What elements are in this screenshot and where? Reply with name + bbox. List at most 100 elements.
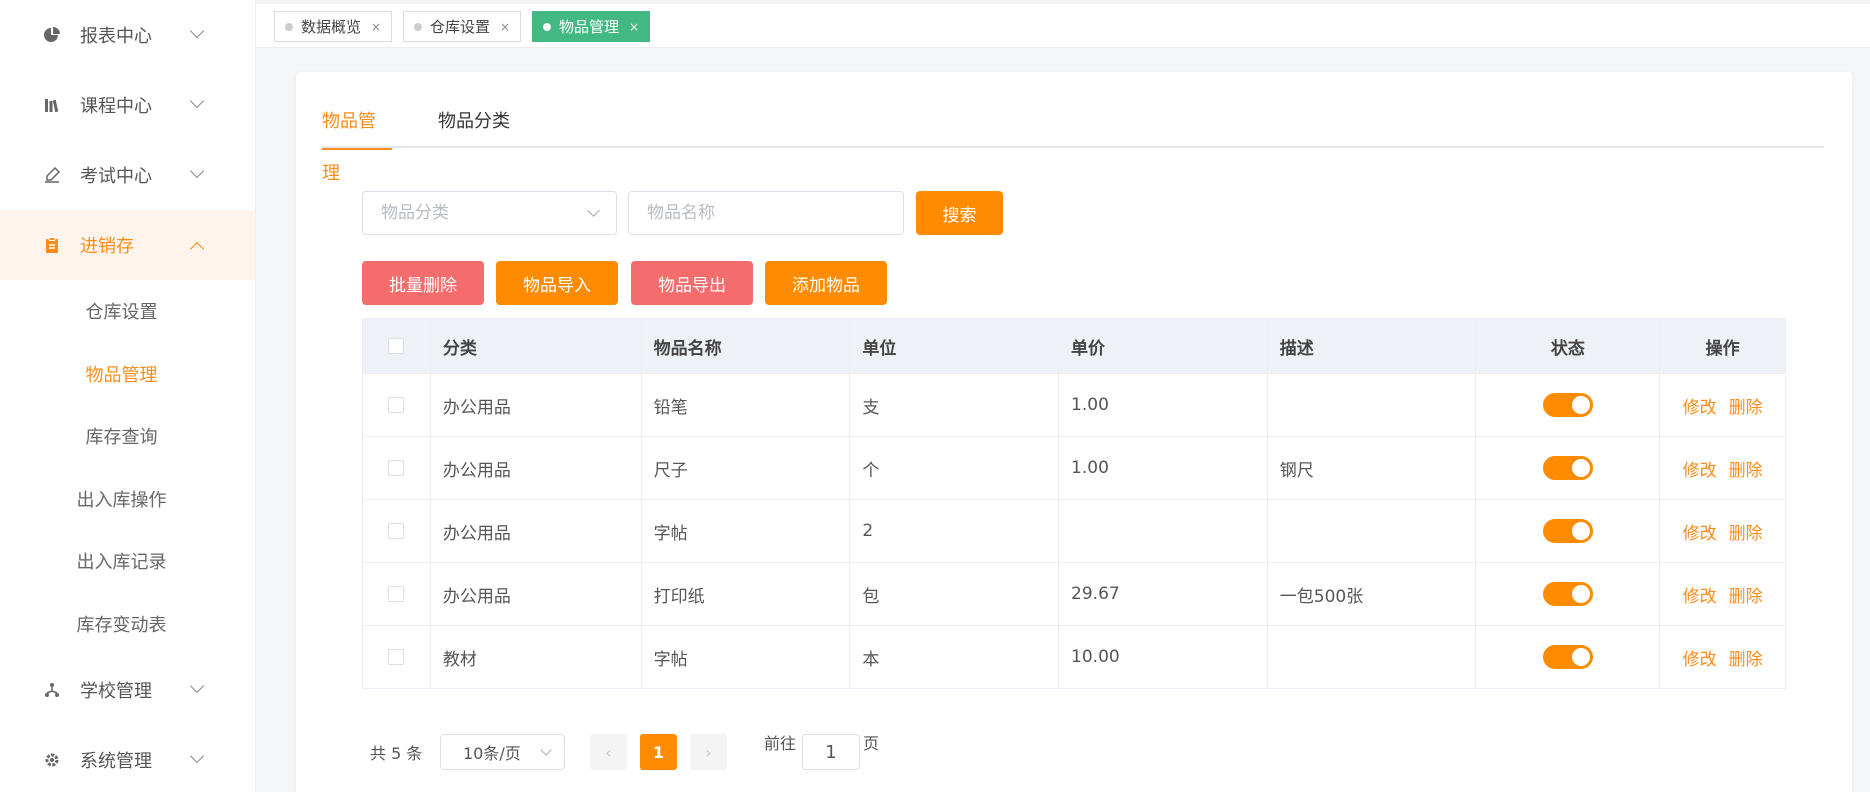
tag-dot: [414, 22, 422, 31]
delete-link[interactable]: 删除: [1729, 582, 1763, 607]
tags-view-bar: 数据概览 × 仓库设置 × 物品管理 ×: [256, 0, 1870, 48]
sidebar-subitem-in-out-records[interactable]: 出入库记录: [0, 530, 255, 593]
next-page-button[interactable]: ›: [690, 734, 727, 770]
cell-description: 一包500张: [1268, 563, 1477, 625]
sidebar-subitem-item-management[interactable]: 物品管理: [0, 343, 255, 406]
page-size-select[interactable]: 10条/页: [440, 734, 565, 770]
add-item-button[interactable]: 添加物品: [765, 261, 887, 305]
category-select[interactable]: [362, 191, 617, 235]
delete-link[interactable]: 删除: [1729, 393, 1763, 418]
cell-actions: 修改 删除: [1660, 437, 1785, 499]
tag-item-management[interactable]: 物品管理 ×: [532, 11, 651, 42]
batch-delete-button[interactable]: 批量删除: [362, 261, 484, 305]
row-checkbox[interactable]: [388, 523, 405, 539]
select-all-checkbox[interactable]: [388, 338, 405, 354]
category-select-input[interactable]: [381, 203, 616, 223]
cell-category: 办公用品: [431, 563, 642, 625]
chevron-up-icon: [189, 241, 205, 257]
item-name-input[interactable]: [647, 203, 903, 223]
tab-item-category[interactable]: 物品分类: [438, 96, 510, 148]
sidebar-subitem-stock-change-report[interactable]: 库存变动表: [0, 593, 255, 656]
sidebar-subitem-in-out-operation[interactable]: 出入库操作: [0, 468, 255, 531]
cell-price: 29.67: [1059, 563, 1268, 625]
sidebar-item-label: 学校管理: [80, 681, 152, 702]
sidebar-subitem-label: 仓库设置: [85, 302, 158, 324]
cell-status: [1476, 563, 1661, 625]
close-icon[interactable]: ×: [629, 20, 639, 34]
tab-item-management[interactable]: 物品管理: [322, 96, 392, 184]
edit-link[interactable]: 修改: [1683, 645, 1717, 670]
cell-category: 办公用品: [431, 500, 642, 562]
row-checkbox[interactable]: [388, 649, 405, 665]
sidebar-item-label: 课程中心: [80, 96, 152, 117]
sidebar-item-label: 考试中心: [80, 166, 152, 187]
sidebar-subitem-warehouse-settings[interactable]: 仓库设置: [0, 280, 255, 343]
sidebar-menu: 报表中心 课程中心 考试中心 进销存 仓库设置 物品管理 库存查询 出入库操作 …: [0, 0, 255, 792]
cell-price: [1059, 500, 1268, 562]
cell-category: 办公用品: [431, 374, 642, 436]
row-select-cell: [363, 626, 431, 688]
delete-link[interactable]: 删除: [1729, 456, 1763, 481]
delete-link[interactable]: 删除: [1729, 645, 1763, 670]
cell-category: 教材: [431, 626, 642, 688]
status-toggle[interactable]: [1542, 393, 1593, 417]
pen-icon: [42, 165, 62, 185]
page-number-button[interactable]: 1: [640, 734, 677, 770]
delete-link[interactable]: 删除: [1729, 519, 1763, 544]
sidebar-item-inventory[interactable]: 进销存: [0, 210, 255, 280]
tag-label: 数据概览: [301, 18, 362, 36]
cell-unit: 包: [850, 563, 1060, 625]
item-name-field[interactable]: [628, 191, 904, 235]
search-button[interactable]: 搜索: [916, 191, 1003, 235]
row-select-cell: [363, 374, 431, 436]
sidebar-item-reports[interactable]: 报表中心: [0, 0, 255, 70]
tabs: 物品管理 物品分类: [322, 96, 1824, 184]
header-status: 状态: [1476, 319, 1661, 373]
cell-description: [1268, 500, 1477, 562]
edit-link[interactable]: 修改: [1683, 393, 1717, 418]
tag-overview[interactable]: 数据概览 ×: [274, 11, 393, 42]
cell-price: 1.00: [1059, 374, 1268, 436]
edit-link[interactable]: 修改: [1683, 582, 1717, 607]
status-toggle[interactable]: [1542, 645, 1593, 669]
goto-page-input[interactable]: 1: [802, 734, 860, 770]
row-select-cell: [363, 563, 431, 625]
status-toggle[interactable]: [1542, 519, 1593, 543]
export-items-button[interactable]: 物品导出: [631, 261, 753, 305]
edit-link[interactable]: 修改: [1683, 519, 1717, 544]
sidebar-item-exams[interactable]: 考试中心: [0, 140, 255, 210]
import-items-button[interactable]: 物品导入: [496, 261, 618, 305]
header-price: 单价: [1059, 319, 1268, 373]
tag-warehouse-settings[interactable]: 仓库设置 ×: [403, 11, 522, 42]
row-checkbox[interactable]: [388, 397, 405, 413]
close-icon[interactable]: ×: [500, 20, 510, 34]
sidebar-item-system[interactable]: 系统管理: [0, 725, 255, 792]
header-category: 分类: [431, 319, 642, 373]
cell-status: [1476, 626, 1661, 688]
close-icon[interactable]: ×: [371, 20, 381, 34]
cell-description: [1268, 374, 1477, 436]
cell-unit: 支: [850, 374, 1060, 436]
chevron-down-icon: [540, 744, 552, 756]
row-checkbox[interactable]: [388, 586, 405, 602]
sidebar-subitem-stock-query[interactable]: 库存查询: [0, 405, 255, 468]
cell-status: [1476, 374, 1661, 436]
chevron-down-icon: [189, 93, 205, 109]
tree-icon: [42, 680, 62, 700]
items-table: 分类 物品名称 单位 单价 描述 状态 操作 办公用品 铅笔 支 1.00 修改…: [362, 318, 1786, 689]
row-checkbox[interactable]: [388, 460, 405, 476]
sidebar-subitem-label: 出入库记录: [76, 552, 167, 574]
cell-item-name: 字帖: [642, 500, 851, 562]
status-toggle[interactable]: [1542, 456, 1593, 480]
table-row: 办公用品 打印纸 包 29.67 一包500张 修改 删除: [363, 562, 1785, 625]
prev-page-button[interactable]: ‹: [590, 734, 627, 770]
status-toggle[interactable]: [1542, 582, 1593, 606]
sidebar-item-courses[interactable]: 课程中心: [0, 70, 255, 140]
pie-chart-icon: [42, 25, 62, 45]
sidebar-item-school[interactable]: 学校管理: [0, 655, 255, 725]
chevron-down-icon: [189, 678, 205, 694]
edit-link[interactable]: 修改: [1683, 456, 1717, 481]
gear-icon: [42, 750, 62, 770]
sidebar-subitem-label: 出入库操作: [76, 489, 167, 511]
cell-price: 10.00: [1059, 626, 1268, 688]
